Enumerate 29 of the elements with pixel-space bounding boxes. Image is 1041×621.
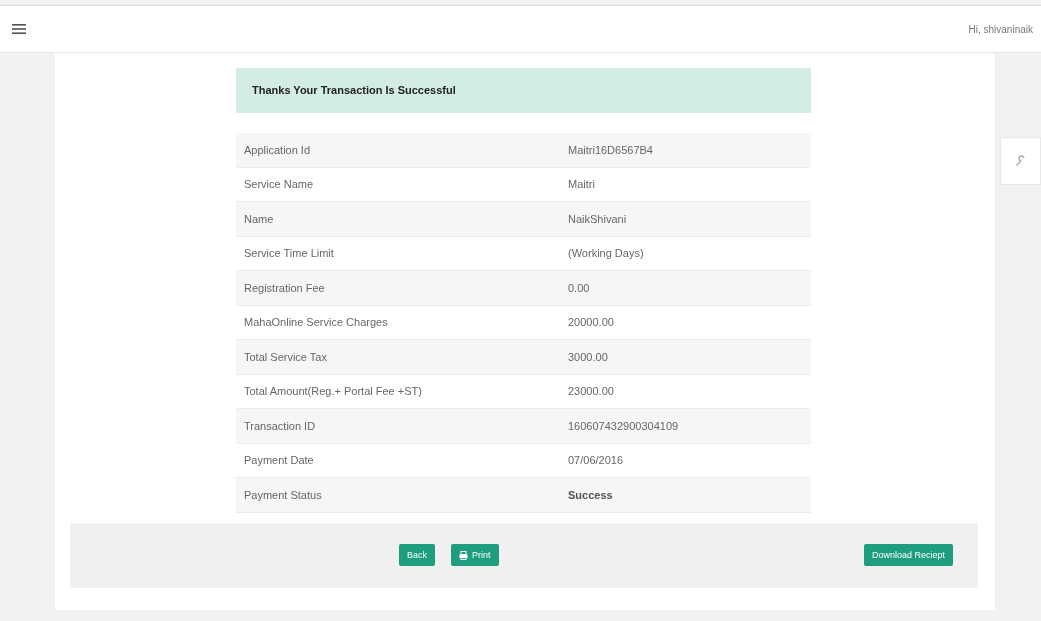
print-button[interactable]: Print	[451, 544, 499, 566]
field-value: Success	[568, 487, 613, 503]
printer-icon	[459, 550, 468, 560]
field-value: 07/06/2016	[568, 453, 624, 468]
back-button[interactable]: Back	[399, 544, 435, 566]
field-value: 0.00	[568, 280, 590, 296]
field-label: Transaction ID	[243, 418, 317, 434]
field-value: NaikShivani	[568, 211, 627, 227]
field-label: Name	[243, 211, 275, 227]
field-label: Registration Fee	[243, 280, 326, 296]
field-value: (Working Days)	[568, 246, 644, 261]
field-value: Maitri16D6567B4	[568, 142, 653, 158]
success-message: Thanks Your Transaction Is Successful	[252, 83, 456, 99]
field-label: Service Name	[243, 177, 315, 192]
field-label: Payment Status	[243, 487, 323, 503]
field-label: MahaOnline Service Charges	[243, 315, 389, 330]
field-value: 3000.00	[568, 349, 608, 365]
download-button[interactable]: Download Reciept	[863, 544, 953, 566]
field-label: Payment Date	[243, 453, 315, 468]
field-label: Total Amount(Reg.+ Portal Fee +ST)	[243, 384, 423, 399]
field-label: Application Id	[243, 142, 312, 158]
field-value: 20000.00	[568, 315, 614, 330]
user-greeting[interactable]: Hi, shivaninaik	[968, 21, 1033, 37]
menu-icon[interactable]	[12, 24, 26, 34]
field-value: 160607432900304109	[568, 418, 679, 434]
field-value: Maitri	[568, 177, 595, 192]
field-value: 23000.00	[568, 384, 614, 399]
field-label: Total Service Tax	[243, 349, 328, 365]
field-label: Service Time Limit	[243, 246, 335, 261]
